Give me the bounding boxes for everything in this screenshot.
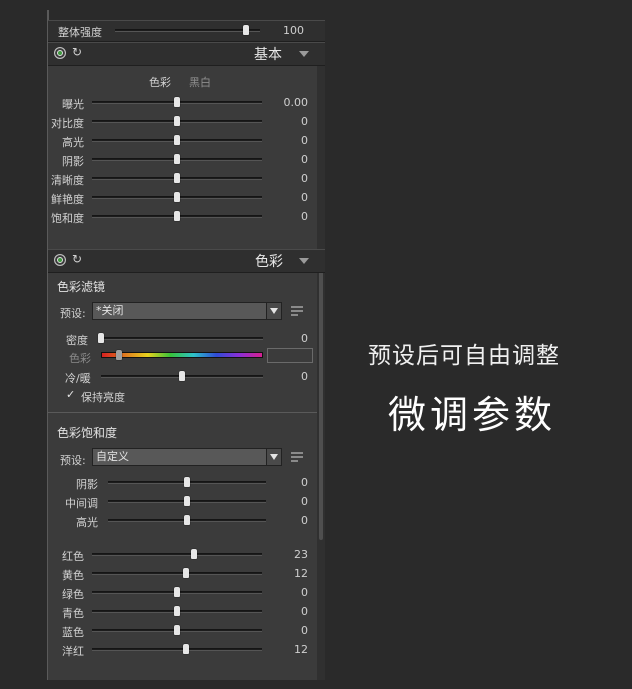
- caption-preset-adjust: 预设后可自由调整: [368, 343, 560, 369]
- slider-label: 绿色: [62, 588, 84, 601]
- slider-value: 12: [294, 567, 308, 580]
- color-filter-title: 色彩滤镜: [57, 280, 106, 294]
- saturation-preset-chevron-down-icon[interactable]: [266, 448, 282, 466]
- basic-reset-icon[interactable]: ↻: [72, 46, 84, 58]
- slider-thumb[interactable]: [174, 625, 180, 635]
- caption-fine-tune: 微调参数: [388, 393, 557, 437]
- temperature-label: 冷/暖: [65, 372, 91, 385]
- slider-track[interactable]: [92, 553, 262, 556]
- filter-preset-menu-icon[interactable]: [291, 306, 303, 316]
- subsection-divider: [48, 412, 317, 413]
- color-section-title: 色彩: [255, 254, 283, 270]
- slider-thumb[interactable]: [174, 587, 180, 597]
- slider-value: 0: [301, 153, 308, 166]
- slider-value: 0: [301, 514, 308, 527]
- saturation-preset-menu-icon[interactable]: [291, 452, 303, 462]
- slider-thumb[interactable]: [191, 549, 197, 559]
- hue-label: 色彩: [69, 352, 91, 365]
- slider-label: 高光: [76, 516, 98, 529]
- scrollbar-thumb[interactable]: [319, 250, 323, 540]
- keep-luminance-label: 保持亮度: [81, 391, 125, 404]
- slider-label: 青色: [62, 607, 84, 620]
- slider-thumb[interactable]: [174, 211, 180, 221]
- density-thumb[interactable]: [98, 333, 104, 343]
- slider-thumb[interactable]: [184, 477, 190, 487]
- temperature-value: 0: [301, 370, 308, 383]
- slider-thumb[interactable]: [184, 515, 190, 525]
- slider-thumb[interactable]: [174, 154, 180, 164]
- filter-preset-label: 预设:: [60, 307, 86, 320]
- slider-thumb[interactable]: [174, 192, 180, 202]
- basic-section-header[interactable]: [48, 42, 325, 66]
- keep-luminance-checkbox[interactable]: ✓: [66, 389, 76, 400]
- slider-thumb[interactable]: [184, 496, 190, 506]
- hue-color-swatch: [267, 348, 313, 363]
- color-reset-icon[interactable]: ↻: [72, 253, 84, 265]
- slider-thumb[interactable]: [174, 135, 180, 145]
- basic-section-title: 基本: [254, 47, 282, 63]
- filter-preset-dropdown[interactable]: *关闭: [92, 302, 267, 320]
- tab-black-white[interactable]: 黑白: [189, 74, 211, 90]
- slider-label: 鲜艳度: [51, 193, 84, 206]
- slider-label: 红色: [62, 550, 84, 563]
- slider-value: 0: [301, 210, 308, 223]
- slider-value: 0: [301, 624, 308, 637]
- slider-thumb[interactable]: [174, 97, 180, 107]
- slider-thumb[interactable]: [182, 644, 189, 654]
- overall-strength-track[interactable]: [115, 29, 260, 32]
- slider-label: 中间调: [65, 497, 98, 510]
- color-collapse-chevron-icon[interactable]: [299, 258, 309, 264]
- slider-track[interactable]: [92, 648, 262, 651]
- saturation-preset-label: 预设:: [60, 454, 86, 467]
- slider-value: 0: [301, 134, 308, 147]
- overall-strength-value: 100: [283, 24, 304, 37]
- slider-label: 黄色: [62, 569, 84, 582]
- filter-preset-chevron-down-icon[interactable]: [266, 302, 282, 320]
- slider-label: 高光: [62, 136, 84, 149]
- slider-value: 0: [301, 586, 308, 599]
- slider-label: 对比度: [51, 117, 84, 130]
- overall-strength-thumb[interactable]: [242, 25, 249, 35]
- slider-thumb[interactable]: [174, 606, 180, 616]
- hue-thumb[interactable]: [116, 350, 122, 360]
- slider-label: 洋红: [62, 645, 84, 658]
- slider-track[interactable]: [92, 572, 262, 575]
- slider-value: 0: [301, 172, 308, 185]
- density-value: 0: [301, 332, 308, 345]
- slider-value: 0: [301, 476, 308, 489]
- density-label: 密度: [66, 334, 88, 347]
- tab-color[interactable]: 色彩: [149, 74, 171, 90]
- color-enable-toggle-icon[interactable]: [54, 254, 66, 266]
- color-saturation-title: 色彩饱和度: [57, 426, 118, 440]
- slider-thumb[interactable]: [174, 173, 180, 183]
- slider-label: 曝光: [62, 98, 84, 111]
- slider-label: 蓝色: [62, 626, 84, 639]
- slider-value: 12: [294, 643, 308, 656]
- slider-value: 0: [301, 115, 308, 128]
- slider-thumb[interactable]: [174, 116, 180, 126]
- basic-enable-toggle-icon[interactable]: [54, 47, 66, 59]
- slider-value: 0: [301, 191, 308, 204]
- slider-label: 阴影: [62, 155, 84, 168]
- hue-spectrum-bar[interactable]: [101, 352, 263, 358]
- slider-thumb[interactable]: [182, 568, 189, 578]
- slider-value: 0: [301, 495, 308, 508]
- saturation-preset-dropdown[interactable]: 自定义: [92, 448, 267, 466]
- slider-value: 0.00: [283, 96, 309, 109]
- slider-label: 阴影: [76, 478, 98, 491]
- slider-value: 0: [301, 605, 308, 618]
- density-track[interactable]: [101, 337, 263, 340]
- slider-value: 23: [294, 548, 308, 561]
- basic-collapse-chevron-icon[interactable]: [299, 51, 309, 57]
- color-section-header[interactable]: [48, 249, 325, 273]
- slider-label: 饱和度: [51, 212, 84, 225]
- temperature-thumb[interactable]: [179, 371, 185, 381]
- overall-strength-label: 整体强度: [58, 26, 102, 39]
- slider-label: 清晰度: [51, 174, 84, 187]
